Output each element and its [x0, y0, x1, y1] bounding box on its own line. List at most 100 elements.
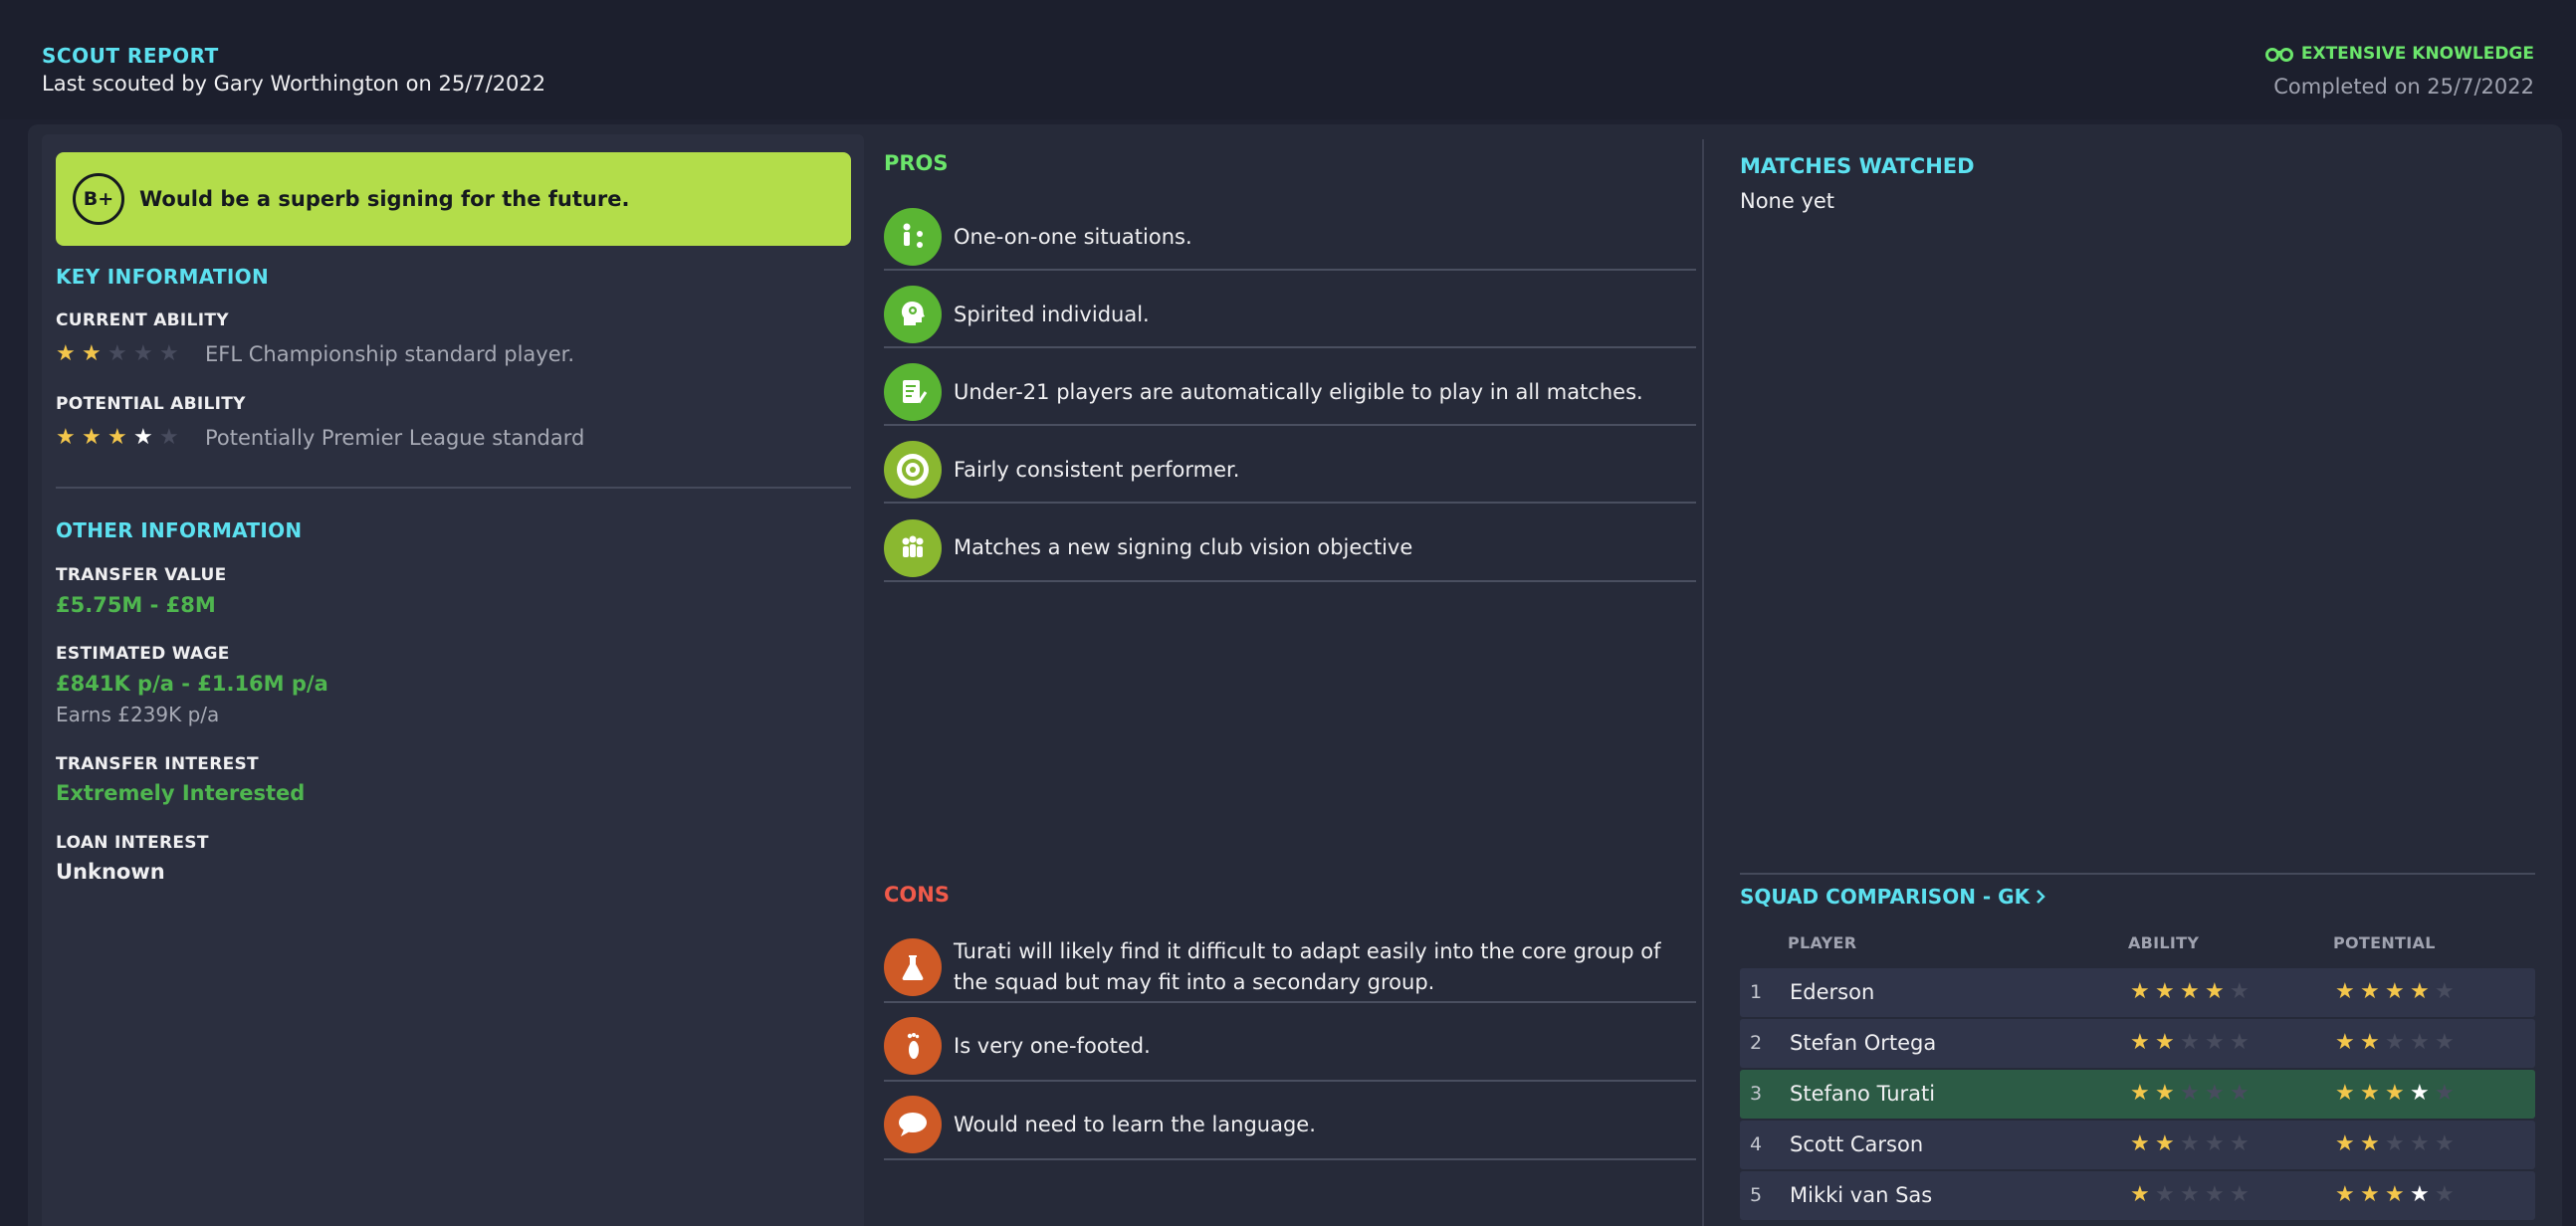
star-icon: ★: [2435, 1182, 2455, 1207]
squad-comparison-title: SQUAD COMPARISON - GK: [1740, 885, 2031, 909]
potential-ability-text: Potentially Premier League standard: [205, 426, 585, 450]
current-wage: Earns £239K p/a: [56, 703, 220, 726]
transfer-value: £5.75M - £8M: [56, 593, 216, 617]
speech-bubble-icon: [884, 1096, 942, 1153]
star-icon: ★: [2205, 1131, 2225, 1156]
potential-stars: ★ ★ ★ ★ ★: [2335, 1032, 2459, 1054]
pro-text: Under-21 players are automatically eligi…: [954, 379, 1643, 404]
star-icon: ★: [2230, 979, 2250, 1004]
row-rank: 1: [1750, 981, 1763, 1003]
potential-stars: ★ ★ ★ ★ ★: [2335, 1083, 2459, 1105]
star-icon: ★: [2385, 1131, 2405, 1156]
star-icon: ★: [2155, 1182, 2175, 1207]
pro-item: Spirited individual.: [884, 283, 1696, 348]
squad-comparison-link[interactable]: SQUAD COMPARISON - GK: [1740, 885, 2045, 909]
row-rank: 4: [1750, 1133, 1763, 1155]
section-divider: [1740, 873, 2535, 875]
ability-stars: ★ ★ ★ ★ ★: [2130, 1083, 2254, 1105]
star-icon: ★: [2180, 1030, 2200, 1055]
player-name: Ederson: [1790, 980, 1875, 1004]
star-icon: ★: [2385, 1081, 2405, 1106]
star-icon: ★: [2180, 1081, 2200, 1106]
star-icon: ★: [2230, 1182, 2250, 1207]
star-icon: ★: [2410, 1030, 2430, 1055]
column-header-ability[interactable]: ABILITY: [2128, 933, 2199, 952]
pro-item: Matches a new signing club vision object…: [884, 515, 1696, 582]
player-name: Scott Carson: [1790, 1132, 1924, 1156]
column-header-potential[interactable]: POTENTIAL: [2333, 933, 2436, 952]
star-icon: ★: [82, 341, 102, 366]
star-icon: ★: [2130, 1081, 2150, 1106]
star-icon: ★: [82, 425, 102, 450]
one-on-one-icon: [884, 208, 942, 266]
con-text: Turati will likely find it difficult to …: [954, 939, 1661, 994]
pro-text: Spirited individual.: [954, 302, 1150, 326]
report-header: [0, 0, 2576, 119]
potential-stars: ★ ★ ★ ★ ★: [2335, 1184, 2459, 1206]
star-icon: ★: [2360, 1131, 2380, 1156]
estimated-wage: £841K p/a - £1.16M p/a: [56, 672, 328, 696]
row-rank: 2: [1750, 1032, 1763, 1054]
star-icon: ★: [2435, 1131, 2455, 1156]
table-row[interactable]: 5 Mikki van Sas ★ ★ ★ ★ ★ ★ ★ ★ ★ ★: [1740, 1171, 2535, 1220]
star-icon: ★: [2180, 1182, 2200, 1207]
table-row[interactable]: 3 Stefano Turati ★ ★ ★ ★ ★ ★ ★ ★ ★ ★: [1740, 1070, 2535, 1119]
current-ability-text: EFL Championship standard player.: [205, 342, 575, 366]
loan-interest-label: LOAN INTEREST: [56, 833, 209, 853]
star-icon: ★: [2180, 979, 2200, 1004]
player-name: Stefano Turati: [1790, 1082, 1936, 1106]
matches-watched-text: None yet: [1740, 189, 1835, 213]
completed-date: Completed on 25/7/2022: [2273, 75, 2534, 99]
star-icon: ★: [56, 341, 76, 366]
flask-icon: [884, 938, 942, 996]
star-icon: ★: [2435, 1081, 2455, 1106]
star-icon: ★: [2205, 1081, 2225, 1106]
star-icon: ★: [2155, 979, 2175, 1004]
table-row[interactable]: 2 Stefan Ortega ★ ★ ★ ★ ★ ★ ★ ★ ★ ★: [1740, 1019, 2535, 1068]
table-row[interactable]: 4 Scott Carson ★ ★ ★ ★ ★ ★ ★ ★ ★ ★: [1740, 1121, 2535, 1169]
potential-stars: ★ ★ ★ ★ ★: [2335, 1133, 2459, 1155]
star-icon: ★: [2335, 1131, 2355, 1156]
potential-ability-stars: ★ ★ ★ ★ ★: [56, 427, 183, 449]
verdict-banner: B+ Would be a superb signing for the fut…: [56, 152, 851, 246]
key-information-title: KEY INFORMATION: [56, 265, 270, 289]
star-icon: ★: [2335, 1182, 2355, 1207]
star-icon: ★: [2435, 979, 2455, 1004]
star-icon: ★: [2360, 1030, 2380, 1055]
loan-interest: Unknown: [56, 860, 165, 884]
cons-title: CONS: [884, 883, 950, 907]
row-rank: 3: [1750, 1083, 1763, 1105]
star-icon: ★: [2410, 1081, 2430, 1106]
star-icon: ★: [2335, 1081, 2355, 1106]
ability-stars: ★ ★ ★ ★ ★: [2130, 1184, 2254, 1206]
player-name: Stefan Ortega: [1790, 1031, 1937, 1055]
star-icon: ★: [2155, 1081, 2175, 1106]
target-icon: [884, 441, 942, 499]
transfer-value-label: TRANSFER VALUE: [56, 565, 227, 585]
pro-item: One-on-one situations.: [884, 205, 1696, 271]
group-icon: [884, 518, 942, 577]
foot-icon: [884, 1017, 942, 1075]
star-icon: ★: [2230, 1030, 2250, 1055]
star-icon: ★: [56, 425, 76, 450]
star-icon: ★: [2180, 1131, 2200, 1156]
star-icon: ★: [2130, 1030, 2150, 1055]
registration-icon: [884, 363, 942, 421]
verdict-text: Would be a superb signing for the future…: [139, 187, 630, 211]
pro-text: Matches a new signing club vision object…: [954, 535, 1413, 559]
column-header-player[interactable]: PLAYER: [1788, 933, 1856, 952]
star-icon: ★: [133, 341, 153, 366]
star-icon: ★: [2130, 1131, 2150, 1156]
star-icon: ★: [2410, 979, 2430, 1004]
potential-ability-rating: ★ ★ ★ ★ ★ Potentially Premier League standar…: [56, 426, 584, 450]
page-title: SCOUT REPORT: [42, 44, 219, 68]
star-icon: ★: [107, 425, 127, 450]
star-icon: ★: [2385, 979, 2405, 1004]
grade-badge: B+: [73, 173, 124, 225]
star-icon: ★: [107, 341, 127, 366]
con-item: Is very one-footed.: [884, 1012, 1696, 1082]
current-ability-stars: ★ ★ ★ ★ ★: [56, 343, 183, 365]
star-icon: ★: [2205, 1030, 2225, 1055]
star-icon: ★: [2130, 979, 2150, 1004]
table-row[interactable]: 1 Ederson ★ ★ ★ ★ ★ ★ ★ ★ ★ ★: [1740, 968, 2535, 1017]
